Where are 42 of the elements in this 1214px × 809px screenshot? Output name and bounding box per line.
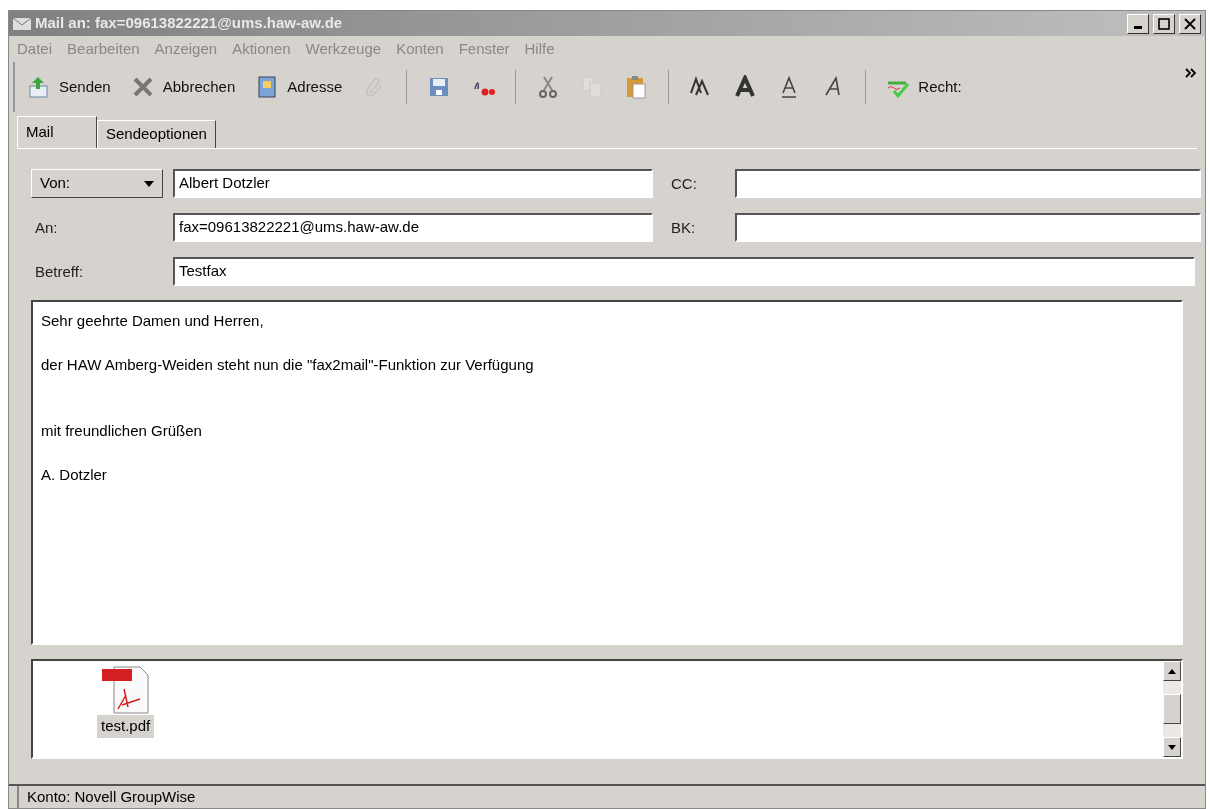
toolbar-icon-button[interactable] <box>733 75 758 99</box>
minimize-button[interactable] <box>1127 13 1149 34</box>
close-icon <box>1184 17 1196 30</box>
toolbar-button[interactable]: Adresse <box>255 75 343 99</box>
pdf-file-icon <box>99 665 152 715</box>
window-title: Mail an: fax=09613822221@ums.haw-aw.de <box>35 13 344 34</box>
field-label: BK: <box>671 218 696 236</box>
field-label: CC: <box>671 174 697 192</box>
down-arrow-icon <box>1168 744 1176 750</box>
cc-field[interactable] <box>735 169 1201 198</box>
clipboard-icon <box>624 75 649 99</box>
caret-icon <box>144 180 154 187</box>
toolbar-button[interactable]: Senden <box>27 75 111 99</box>
scroll-up-button[interactable] <box>1163 661 1181 681</box>
field-label: An: <box>35 218 58 236</box>
scrollbar[interactable] <box>1163 661 1181 757</box>
scroll-thumb[interactable] <box>1163 694 1181 724</box>
maximize-icon <box>1158 17 1170 30</box>
attachment-name[interactable]: test.pdf <box>97 715 155 738</box>
from-dropdown[interactable]: Von: <box>31 169 163 198</box>
bold-icon <box>733 75 758 99</box>
message-body[interactable]: Sehr geehrte Damen und Herren, der HAW Amberg-Weiden steht nun die "fax2mail"-Funktion zur Verfügung mit freundlichen Grüßen A. Dotzler <box>31 300 1183 645</box>
field-label: Betreff: <box>35 262 84 280</box>
chevron-icon <box>1185 68 1197 78</box>
tab[interactable]: Sendeoptionen <box>97 120 216 148</box>
toolbar-button[interactable]: Abbrechen <box>130 75 236 99</box>
minimize-icon <box>1134 26 1142 29</box>
tab[interactable]: Mail <box>17 116 97 148</box>
to-field[interactable]: fax=09613822221@ums.haw-aw.de <box>173 213 653 242</box>
status-text: Konto: Novell GroupWise <box>17 785 196 809</box>
from-field[interactable]: Albert Dotzler <box>173 169 653 198</box>
overflow-chevron-icon[interactable] <box>1185 68 1197 78</box>
up-arrow-icon <box>1168 668 1176 674</box>
send-icon <box>27 75 51 99</box>
close-button[interactable] <box>1179 13 1201 34</box>
bc-field[interactable] <box>735 213 1201 242</box>
message-text: Sehr geehrte Damen und Herren, der HAW Amberg-Weiden steht nun die "fax2mail"-Funktion zur Verfügung mit freundlichen Grüßen A. Dotzler <box>41 311 535 485</box>
envelope-icon <box>13 17 31 30</box>
toolbar-button[interactable]: Recht: <box>886 75 962 99</box>
scroll-down-button[interactable] <box>1163 737 1181 757</box>
maximize-button[interactable] <box>1153 13 1175 34</box>
subject-field[interactable]: Testfax <box>173 257 1195 286</box>
